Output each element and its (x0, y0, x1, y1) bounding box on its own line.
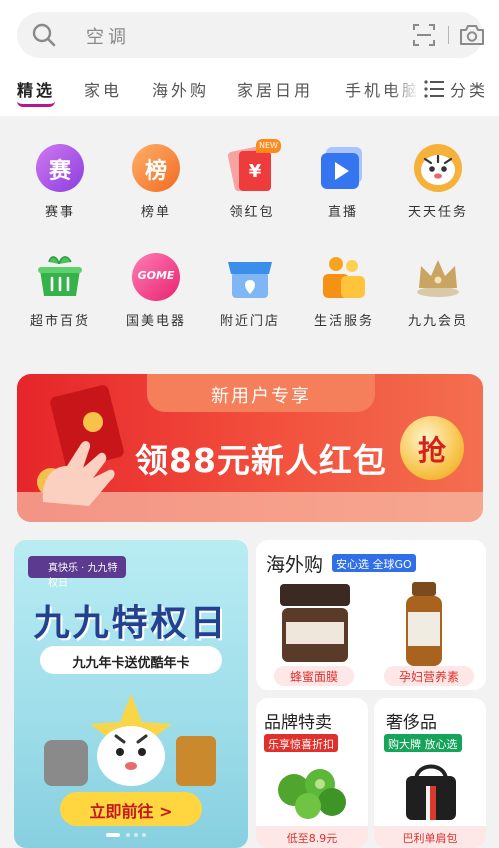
luxury-title: 奢侈品 (386, 713, 437, 733)
grab-button-label: 抢 (417, 434, 446, 467)
search-input[interactable]: 空调 (86, 23, 130, 49)
product-caption: 巴利单肩包 (374, 826, 486, 848)
live-play-icon (321, 147, 362, 189)
shortcut-label: 天天任务 (407, 205, 468, 220)
grab-button[interactable]: 抢 (400, 416, 464, 480)
new-user-banner[interactable]: 新用户专享 领88元新人红包 抢 (17, 374, 483, 522)
overseas-title: 海外购 (266, 554, 324, 576)
shortcut-ranking[interactable]: 榜 榜单 (110, 143, 200, 233)
red-envelope-hand-icon (37, 385, 124, 506)
tab-selected[interactable]: 精选 (17, 77, 55, 101)
gome-glyph: GOME (137, 269, 175, 282)
menu-lines-icon (424, 80, 444, 98)
banner-header: 新用户专享 (211, 386, 311, 407)
shortcut-life-services[interactable]: 生活服务 (298, 252, 388, 342)
banner-title: 领88元新人红包 (135, 441, 387, 480)
brand-sale-card[interactable]: 品牌特卖 乐享惊喜折扣 低至8.9元 (256, 698, 368, 848)
search-bar[interactable]: 空调 (17, 12, 485, 58)
shortcut-label: 生活服务 (313, 314, 374, 329)
tab-overseas[interactable]: 海外购 (152, 77, 209, 101)
new-badge: NEW (256, 139, 281, 153)
brand-sale-badge: 乐享惊喜折扣 (264, 734, 338, 752)
shortcut-red-packet[interactable]: ¥ NEW 领红包 (206, 139, 296, 233)
overseas-card[interactable]: 海外购 安心选 全球GO 蜂蜜面膜 孕妇营养素 (256, 540, 486, 690)
go-now-button[interactable]: 立即前往 > (60, 792, 202, 826)
shortcut-label: 直播 (327, 205, 358, 220)
shortcut-live[interactable]: 直播 (297, 143, 387, 233)
shortcut-vip[interactable]: 九九会员 (392, 252, 482, 342)
shortcut-label: 附近门店 (219, 314, 280, 329)
shortcut-label: 国美电器 (125, 314, 186, 329)
go-now-label: 立即前往 > (89, 802, 173, 821)
crown-icon (417, 260, 459, 297)
tiger-icon (414, 144, 462, 192)
shortcut-label: 九九会员 (407, 314, 468, 329)
price-label: 低至8.9元 (256, 826, 368, 848)
shortcut-label: 领红包 (229, 205, 275, 220)
product-label: 孕妇营养素 (384, 666, 474, 686)
brand-sale-title: 品牌特卖 (264, 713, 332, 733)
basket-icon (38, 256, 82, 296)
shortcut-label: 赛事 (44, 205, 75, 220)
lime-fruit-icon (278, 769, 346, 819)
luxury-badge: 购大牌 放心选 (384, 734, 462, 752)
honey-mask-jar-icon[interactable] (278, 582, 352, 664)
promo-title: 九九特权日 (33, 603, 229, 644)
promo-card[interactable]: 真快乐 · 九九特权日 九九特权日 九九年卡送优酷年卡 立即前往 > (14, 540, 248, 848)
top-header: 空调 精选 家电 海外购 家居日用 手机电脑 分类 (0, 0, 499, 116)
shortcut-label: 超市百货 (29, 314, 90, 329)
promo-subtitle: 九九年卡送优酷年卡 (72, 656, 190, 671)
scan-icon[interactable] (413, 24, 435, 46)
ranking-glyph: 榜 (144, 159, 167, 184)
carousel-dots (106, 833, 146, 837)
product-label: 蜂蜜面膜 (274, 666, 354, 686)
overseas-badge: 安心选 全球GO (332, 554, 416, 572)
store-icon (228, 262, 272, 298)
shortcut-gome[interactable]: GOME 国美电器 (110, 252, 200, 342)
search-icon (32, 23, 56, 47)
shortcut-nearby-stores[interactable]: 附近门店 (204, 252, 294, 342)
luxury-card[interactable]: 奢侈品 购大牌 放心选 巴利单肩包 (374, 698, 486, 848)
match-glyph: 赛 (48, 159, 71, 184)
promo-subtitle-pill: 九九年卡送优酷年卡 (40, 646, 222, 674)
shortcut-supermarket[interactable]: 超市百货 (14, 252, 104, 342)
tab-bar: 精选 家电 海外购 家居日用 手机电脑 分类 (0, 74, 499, 110)
divider (448, 26, 449, 44)
camera-icon[interactable] (459, 23, 485, 47)
active-tab-indicator (17, 101, 55, 107)
tab-home-goods[interactable]: 家居日用 (237, 77, 313, 101)
promo-tag-text: 真快乐 · 九九特权日 (48, 563, 118, 589)
promo-logo-tag: 真快乐 · 九九特权日 (28, 556, 126, 589)
shortcut-daily-tasks[interactable]: 天天任务 (392, 143, 482, 233)
shortcut-match[interactable]: 赛 赛事 (14, 143, 104, 233)
shortcut-label: 榜单 (140, 205, 171, 220)
vitamin-bottle-icon[interactable] (404, 582, 444, 666)
people-icon (323, 257, 365, 298)
category-button[interactable]: 分类 (416, 74, 499, 110)
svg-text:¥: ¥ (249, 161, 262, 182)
category-label: 分类 (450, 81, 489, 100)
tab-appliances[interactable]: 家电 (84, 77, 122, 101)
tiger-mascot-icon (44, 694, 216, 786)
shoulder-bag-icon (406, 764, 456, 820)
